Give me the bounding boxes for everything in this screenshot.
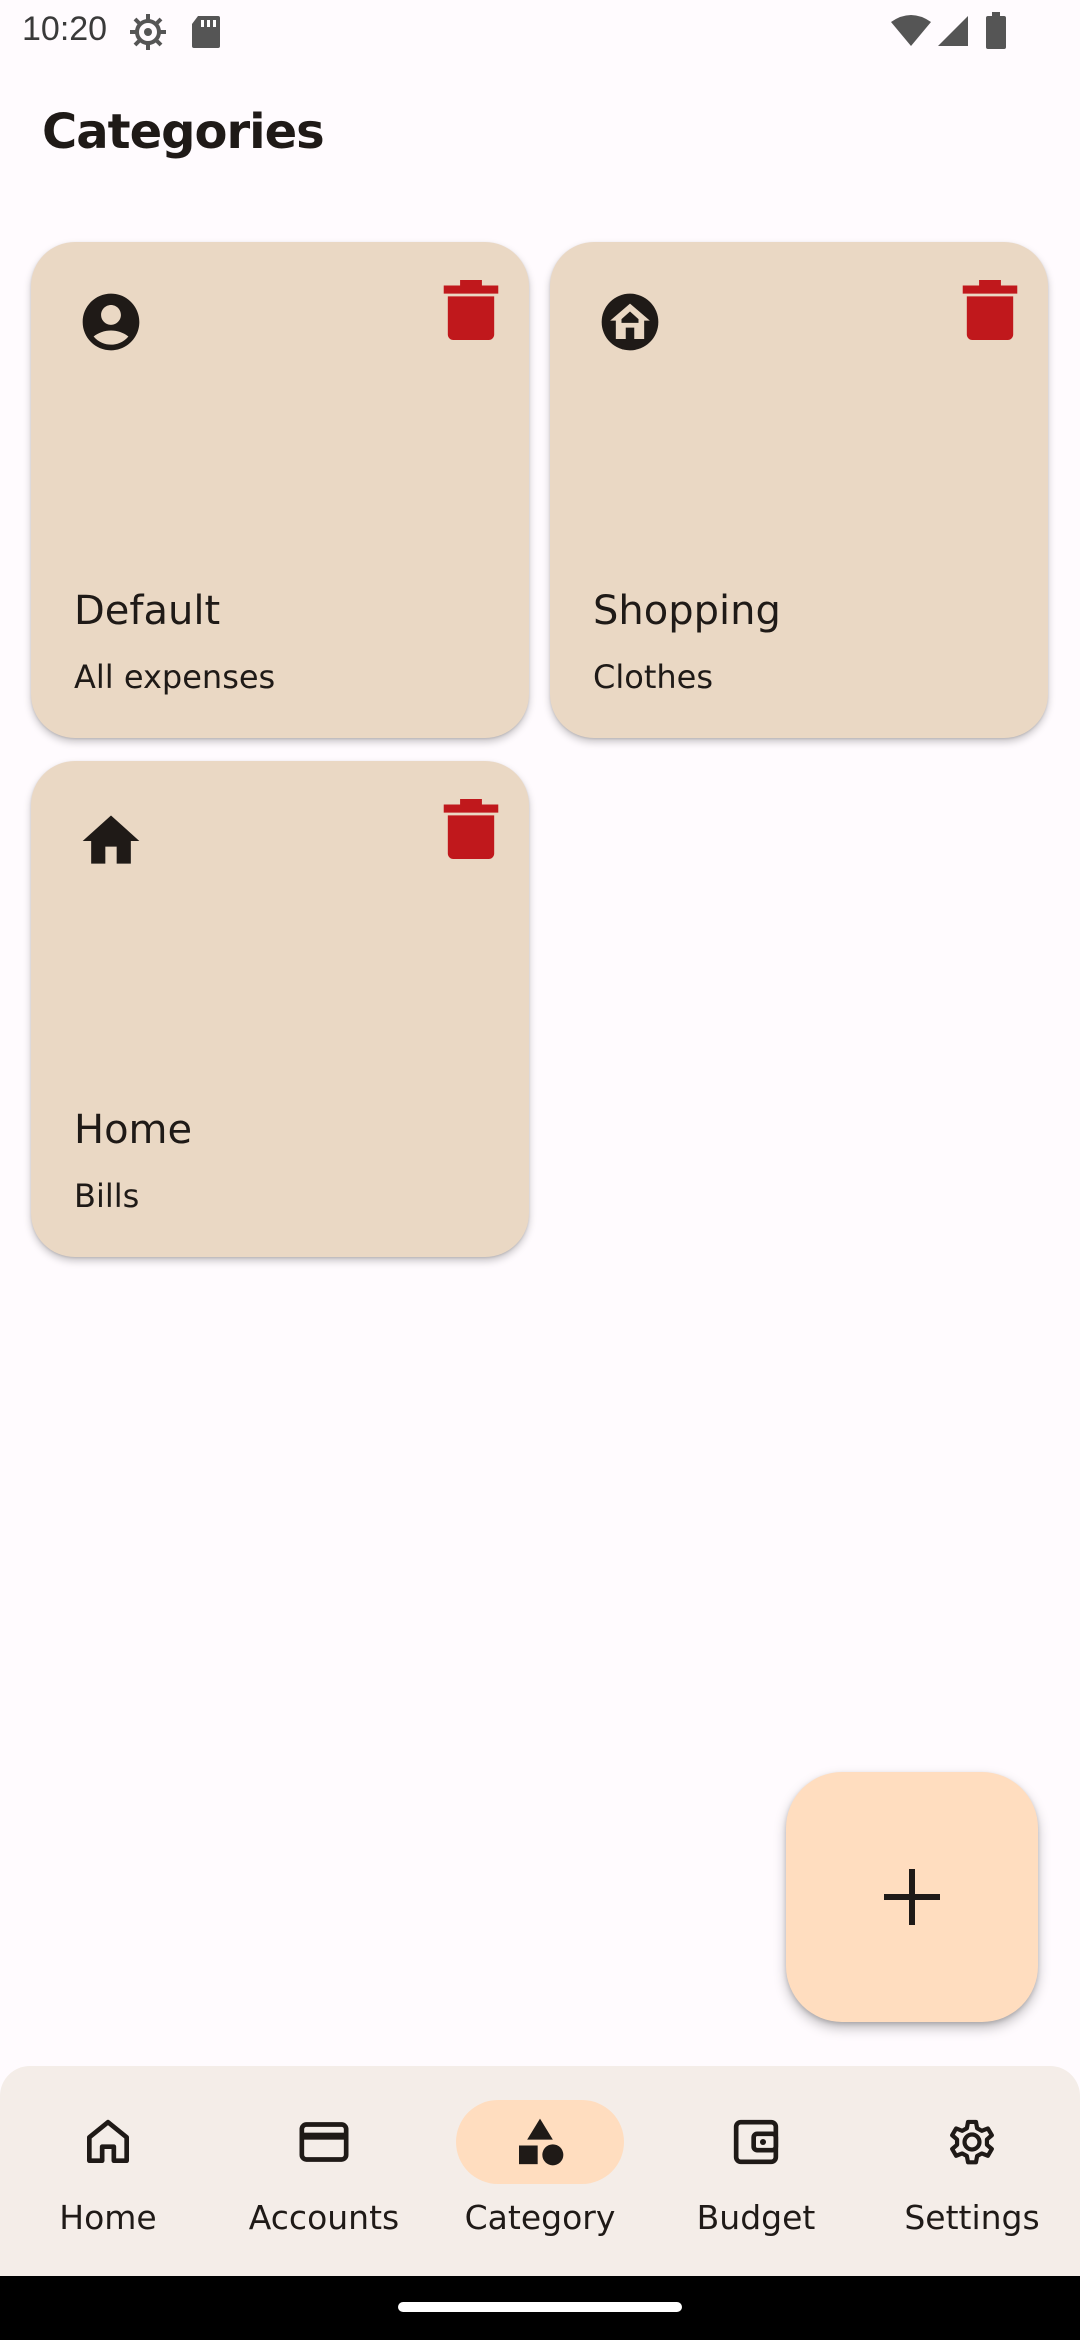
category-name: Shopping bbox=[593, 588, 781, 634]
wifi-icon bbox=[891, 15, 931, 46]
home-icon bbox=[82, 815, 140, 864]
category-card-shopping[interactable]: Shopping Clothes bbox=[550, 242, 1048, 738]
nav-active-indicator bbox=[456, 2100, 624, 2184]
category-name: Default bbox=[74, 588, 221, 634]
bottom-navigation: Home Accounts Category Budget Settings bbox=[0, 2066, 1080, 2276]
nav-item-budget[interactable]: Budget bbox=[648, 2066, 864, 2276]
nav-item-accounts[interactable]: Accounts bbox=[216, 2066, 432, 2276]
gear-icon bbox=[950, 2119, 994, 2165]
category-card-home[interactable]: Home Bills bbox=[31, 761, 529, 1257]
nav-label: Home bbox=[59, 2198, 157, 2237]
system-navigation-bar bbox=[0, 2276, 1080, 2340]
plus-icon bbox=[884, 1869, 940, 1925]
nav-item-settings[interactable]: Settings bbox=[864, 2066, 1080, 2276]
nav-item-category[interactable]: Category bbox=[432, 2066, 648, 2276]
nav-label: Accounts bbox=[248, 2198, 400, 2237]
home-outline-icon bbox=[87, 2119, 129, 2163]
category-description: Clothes bbox=[593, 658, 713, 696]
account-circle-icon bbox=[82, 293, 140, 351]
home-circle-icon bbox=[601, 293, 659, 351]
sd-card-icon bbox=[192, 16, 220, 48]
delete-icon[interactable] bbox=[443, 280, 499, 340]
status-bar: 10:20 bbox=[0, 0, 1080, 64]
nav-label: Budget bbox=[696, 2198, 816, 2237]
delete-icon[interactable] bbox=[962, 280, 1018, 340]
cell-signal-icon bbox=[938, 16, 968, 46]
category-card-default[interactable]: Default All expenses bbox=[31, 242, 529, 738]
gesture-handle[interactable] bbox=[398, 2302, 682, 2312]
nav-item-home[interactable]: Home bbox=[0, 2066, 216, 2276]
battery-icon bbox=[986, 12, 1006, 49]
credit-card-icon bbox=[299, 2122, 349, 2162]
status-time: 10:20 bbox=[22, 10, 108, 48]
page-title: Categories bbox=[42, 104, 325, 160]
category-shapes-icon bbox=[519, 2118, 564, 2166]
settings-notification-icon bbox=[130, 14, 166, 50]
category-description: Bills bbox=[74, 1177, 140, 1215]
wallet-icon bbox=[733, 2119, 779, 2165]
category-name: Home bbox=[74, 1107, 193, 1153]
nav-label: Settings bbox=[904, 2198, 1040, 2237]
nav-label: Category bbox=[464, 2198, 616, 2237]
add-category-button[interactable] bbox=[786, 1772, 1038, 2022]
delete-icon[interactable] bbox=[443, 799, 499, 859]
category-description: All expenses bbox=[74, 658, 276, 696]
